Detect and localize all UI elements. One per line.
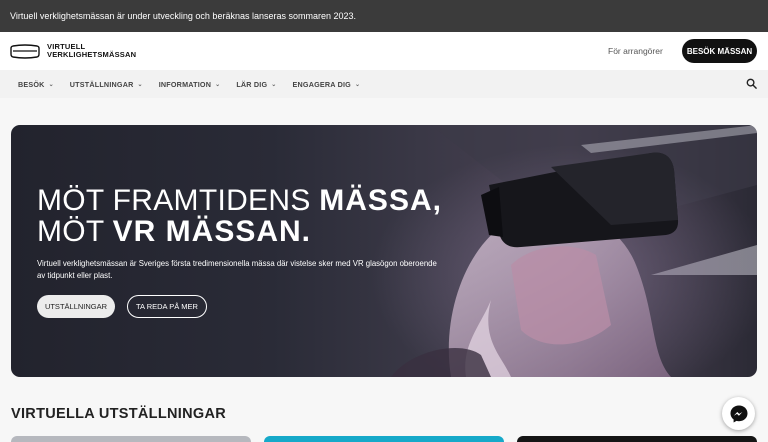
header: VIRTUELL VERKLIGHETSMÄSSAN För arrangöre… xyxy=(0,32,768,70)
organizers-link[interactable]: För arrangörer xyxy=(608,46,663,56)
nav-label: INFORMATION xyxy=(158,79,212,89)
site-logo[interactable]: VIRTUELL VERKLIGHETSMÄSSAN xyxy=(10,43,136,59)
nav-item-utstallningar[interactable]: UTSTÄLLNINGAR ⌄ xyxy=(70,80,143,89)
hero-title-line2-light: MÖT xyxy=(37,215,113,248)
nav-item-lar-dig[interactable]: LÄR DIG ⌄ xyxy=(236,80,276,89)
hero-title-line1-light: MÖT FRAMTIDENS xyxy=(37,184,320,217)
hero-banner: MÖT FRAMTIDENS MÄSSA, MÖT VR MÄSSAN. Vir… xyxy=(11,125,757,377)
logo-icon xyxy=(10,43,40,59)
logo-text: VIRTUELL VERKLIGHETSMÄSSAN xyxy=(47,43,136,59)
hero-title-line2-bold: VR MÄSSAN. xyxy=(112,215,312,248)
hero-title-line1-bold: MÄSSA, xyxy=(319,184,442,217)
search-icon[interactable] xyxy=(746,78,757,89)
nav-item-besok[interactable]: BESÖK ⌄ xyxy=(18,80,54,89)
visit-fair-button[interactable]: BESÖK MÄSSAN xyxy=(682,39,757,63)
hero-title: MÖT FRAMTIDENS MÄSSA, MÖT VR MÄSSAN. xyxy=(37,185,442,247)
exhibition-card[interactable] xyxy=(517,436,757,442)
chevron-down-icon: ⌄ xyxy=(137,81,143,88)
chevron-down-icon: ⌄ xyxy=(271,81,277,88)
main-nav: BESÖK ⌄ UTSTÄLLNINGAR ⌄ INFORMATION ⌄ LÄ… xyxy=(0,70,768,98)
nav-label: BESÖK xyxy=(18,79,45,89)
chevron-down-icon: ⌄ xyxy=(48,81,54,88)
nav-item-information[interactable]: INFORMATION ⌄ xyxy=(159,80,221,89)
hero-description: Virtuell verklighetsmässan är Sveriges f… xyxy=(37,259,437,280)
learn-more-button[interactable]: TA REDA PÅ MER xyxy=(127,295,207,318)
nav-label: ENGAGERA DIG xyxy=(292,79,351,89)
nav-label: UTSTÄLLNINGAR xyxy=(69,79,134,89)
chevron-down-icon: ⌄ xyxy=(354,81,361,88)
chevron-down-icon: ⌄ xyxy=(215,81,221,88)
section-title: VIRTUELLA UTSTÄLLNINGAR xyxy=(11,406,226,422)
nav-label: LÄR DIG xyxy=(236,79,268,89)
announcement-bar: Virtuell verklighetsmässan är under utve… xyxy=(0,0,768,32)
nav-item-engagera-dig[interactable]: ENGAGERA DIG ⌄ xyxy=(293,80,361,89)
exhibition-card[interactable] xyxy=(11,436,251,442)
exhibition-card[interactable] xyxy=(264,436,504,442)
messenger-icon xyxy=(730,405,747,422)
announcement-text: Virtuell verklighetsmässan är under utve… xyxy=(10,11,357,21)
logo-line2: VERKLIGHETSMÄSSAN xyxy=(47,50,137,59)
exhibitions-button[interactable]: UTSTÄLLNINGAR xyxy=(37,295,115,318)
messenger-chat-button[interactable] xyxy=(722,397,755,430)
hero-image xyxy=(371,125,757,377)
